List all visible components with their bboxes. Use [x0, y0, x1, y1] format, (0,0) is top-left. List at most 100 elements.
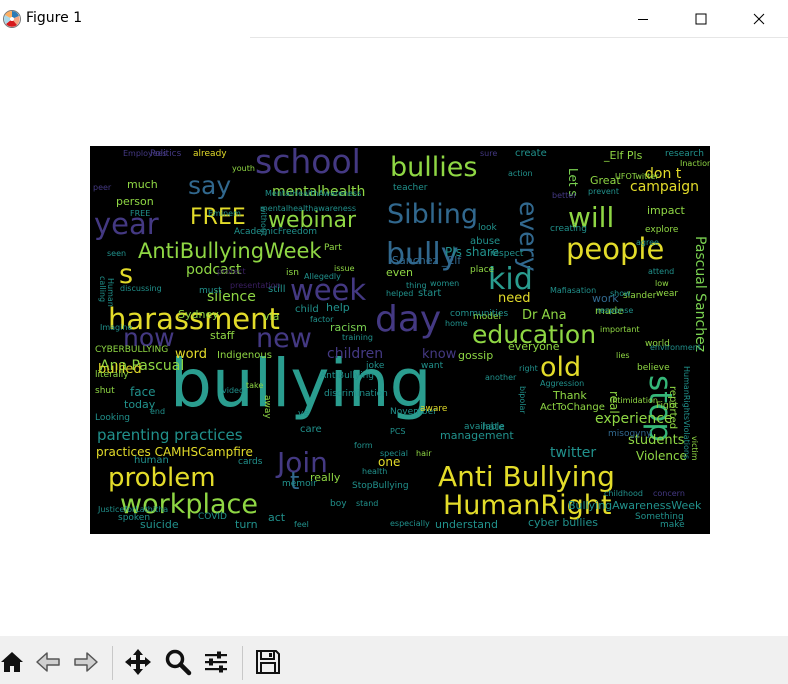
word-cloud-word: special — [380, 449, 408, 458]
word-cloud-word: health — [362, 467, 387, 476]
zoom-button[interactable] — [160, 644, 196, 680]
word-cloud-word: communities — [450, 309, 508, 319]
word-cloud-word: show — [610, 289, 631, 298]
word-cloud-word: StopBullying — [352, 481, 409, 491]
word-cloud-word: wear — [656, 289, 678, 299]
close-button[interactable] — [730, 0, 788, 38]
home-button[interactable] — [0, 644, 30, 680]
word-cloud-word: look — [478, 223, 498, 233]
title-bar: Figure 1 — [0, 0, 788, 38]
word-cloud-word: abuse — [470, 236, 500, 247]
word-cloud-word: Thank — [552, 389, 587, 402]
word-cloud-word: JusticeforLathitha — [97, 505, 168, 514]
word-cloud-word: end — [150, 407, 165, 416]
word-cloud-word: Allegedly — [304, 272, 341, 281]
word-cloud-word: Human — [106, 278, 115, 307]
word-cloud-word: cyber bullies — [528, 516, 598, 529]
word-cloud-word: turn — [235, 518, 258, 531]
word-cloud-word: bipolar — [518, 386, 527, 414]
word-cloud-word: misogyny — [608, 429, 652, 439]
word-cloud-word: memoir — [282, 479, 317, 489]
word-cloud-word: Pascual Sanchez — [692, 236, 708, 352]
word-cloud-word: COVID — [198, 512, 227, 522]
word-cloud-word: presentation — [230, 281, 281, 290]
word-cloud-word: boy — [330, 499, 347, 509]
toolbar-separator — [112, 646, 113, 680]
word-cloud-word: isn — [286, 268, 299, 278]
word-cloud-svg: bullyingAnti BullyingHumanRightharassmen… — [93, 146, 710, 531]
word-cloud-word: UFOTwitter — [615, 172, 659, 181]
word-cloud-word: place — [470, 265, 495, 275]
word-cloud-word: twitter — [550, 445, 596, 461]
word-cloud-word: feel — [294, 520, 309, 529]
word-cloud-word: available — [464, 422, 505, 432]
word-cloud-word: even — [386, 266, 413, 279]
word-cloud-word: stand — [356, 499, 378, 508]
word-cloud-word: discussing — [120, 284, 162, 293]
word-cloud-word: seen — [107, 249, 126, 258]
word-cloud-word: prevent — [588, 187, 619, 196]
maximize-button[interactable] — [672, 0, 730, 38]
pan-button[interactable] — [120, 644, 156, 680]
back-button[interactable] — [30, 644, 66, 680]
word-cloud-word: experience — [595, 411, 673, 427]
word-cloud-word: bullies — [390, 152, 477, 183]
word-cloud-word: Imagine — [100, 323, 132, 332]
word-cloud-word: away — [262, 395, 272, 419]
forward-button[interactable] — [68, 644, 104, 680]
save-button[interactable] — [250, 644, 286, 680]
word-cloud-word: _Elf Pls — [603, 149, 643, 162]
word-cloud-word: home — [445, 319, 468, 328]
word-cloud-word: AntiBullyingWeek — [138, 239, 322, 263]
word-cloud-word: cards — [238, 457, 263, 467]
close-icon — [753, 13, 765, 25]
word-cloud-word: every — [514, 201, 543, 272]
word-cloud-word: person — [116, 195, 154, 208]
word-cloud-word: staff — [210, 329, 235, 342]
word-cloud-word: much — [127, 178, 158, 191]
maximize-icon — [695, 13, 707, 25]
word-cloud-word: attend — [648, 267, 674, 276]
word-cloud-word: PCS — [390, 427, 406, 436]
word-cloud-word: calling — [98, 276, 107, 302]
word-cloud-word: care — [300, 424, 322, 435]
word-cloud-word: FREE — [130, 209, 150, 218]
word-cloud-word: must — [199, 286, 222, 296]
word-cloud-word: face — [130, 385, 156, 399]
word-cloud-word: want — [421, 361, 444, 371]
word-cloud-word: ActToChange — [540, 402, 605, 413]
word-cloud-word: children — [327, 346, 383, 362]
forward-arrow-icon — [74, 652, 98, 672]
word-cloud-word: child — [295, 304, 319, 315]
word-cloud-word: act — [268, 511, 286, 524]
configure-subplots-button[interactable] — [198, 644, 234, 680]
word-cloud-word: another — [485, 373, 517, 382]
word-cloud-word: Sydney — [178, 308, 219, 321]
word-cloud-word: environment — [650, 343, 701, 352]
word-cloud-word: say — [188, 171, 231, 200]
word-cloud-word: reported — [667, 386, 678, 429]
pan-icon — [125, 649, 151, 675]
word-cloud-word: form — [354, 441, 373, 450]
word-cloud-word: response — [597, 306, 633, 315]
word-cloud-word: Aggression — [540, 379, 584, 388]
word-cloud-word: respect — [490, 249, 524, 259]
word-cloud-word: Violence — [636, 449, 687, 463]
word-cloud-word: childhood — [604, 489, 643, 498]
configure-subplots-icon — [205, 651, 227, 673]
word-cloud-word: take — [246, 381, 263, 390]
word-cloud-word: action — [508, 169, 533, 178]
word-cloud-word: impact — [647, 204, 686, 217]
word-cloud-word: Inaction — [680, 159, 710, 168]
word-cloud-word: intimidation — [610, 396, 658, 405]
word-cloud-word: already — [193, 149, 227, 159]
navigation-toolbar — [0, 636, 788, 684]
word-cloud-word: peer — [93, 183, 112, 192]
word-cloud-word: creating — [550, 224, 587, 234]
word-cloud-word: MentalHealthAwareness — [265, 189, 361, 198]
word-cloud-word: better — [552, 191, 577, 200]
word-cloud-word: especially — [390, 519, 430, 528]
minimize-button[interactable] — [614, 0, 672, 38]
word-cloud-word: parenting practices — [97, 426, 243, 444]
word-cloud-word: without — [259, 206, 268, 236]
